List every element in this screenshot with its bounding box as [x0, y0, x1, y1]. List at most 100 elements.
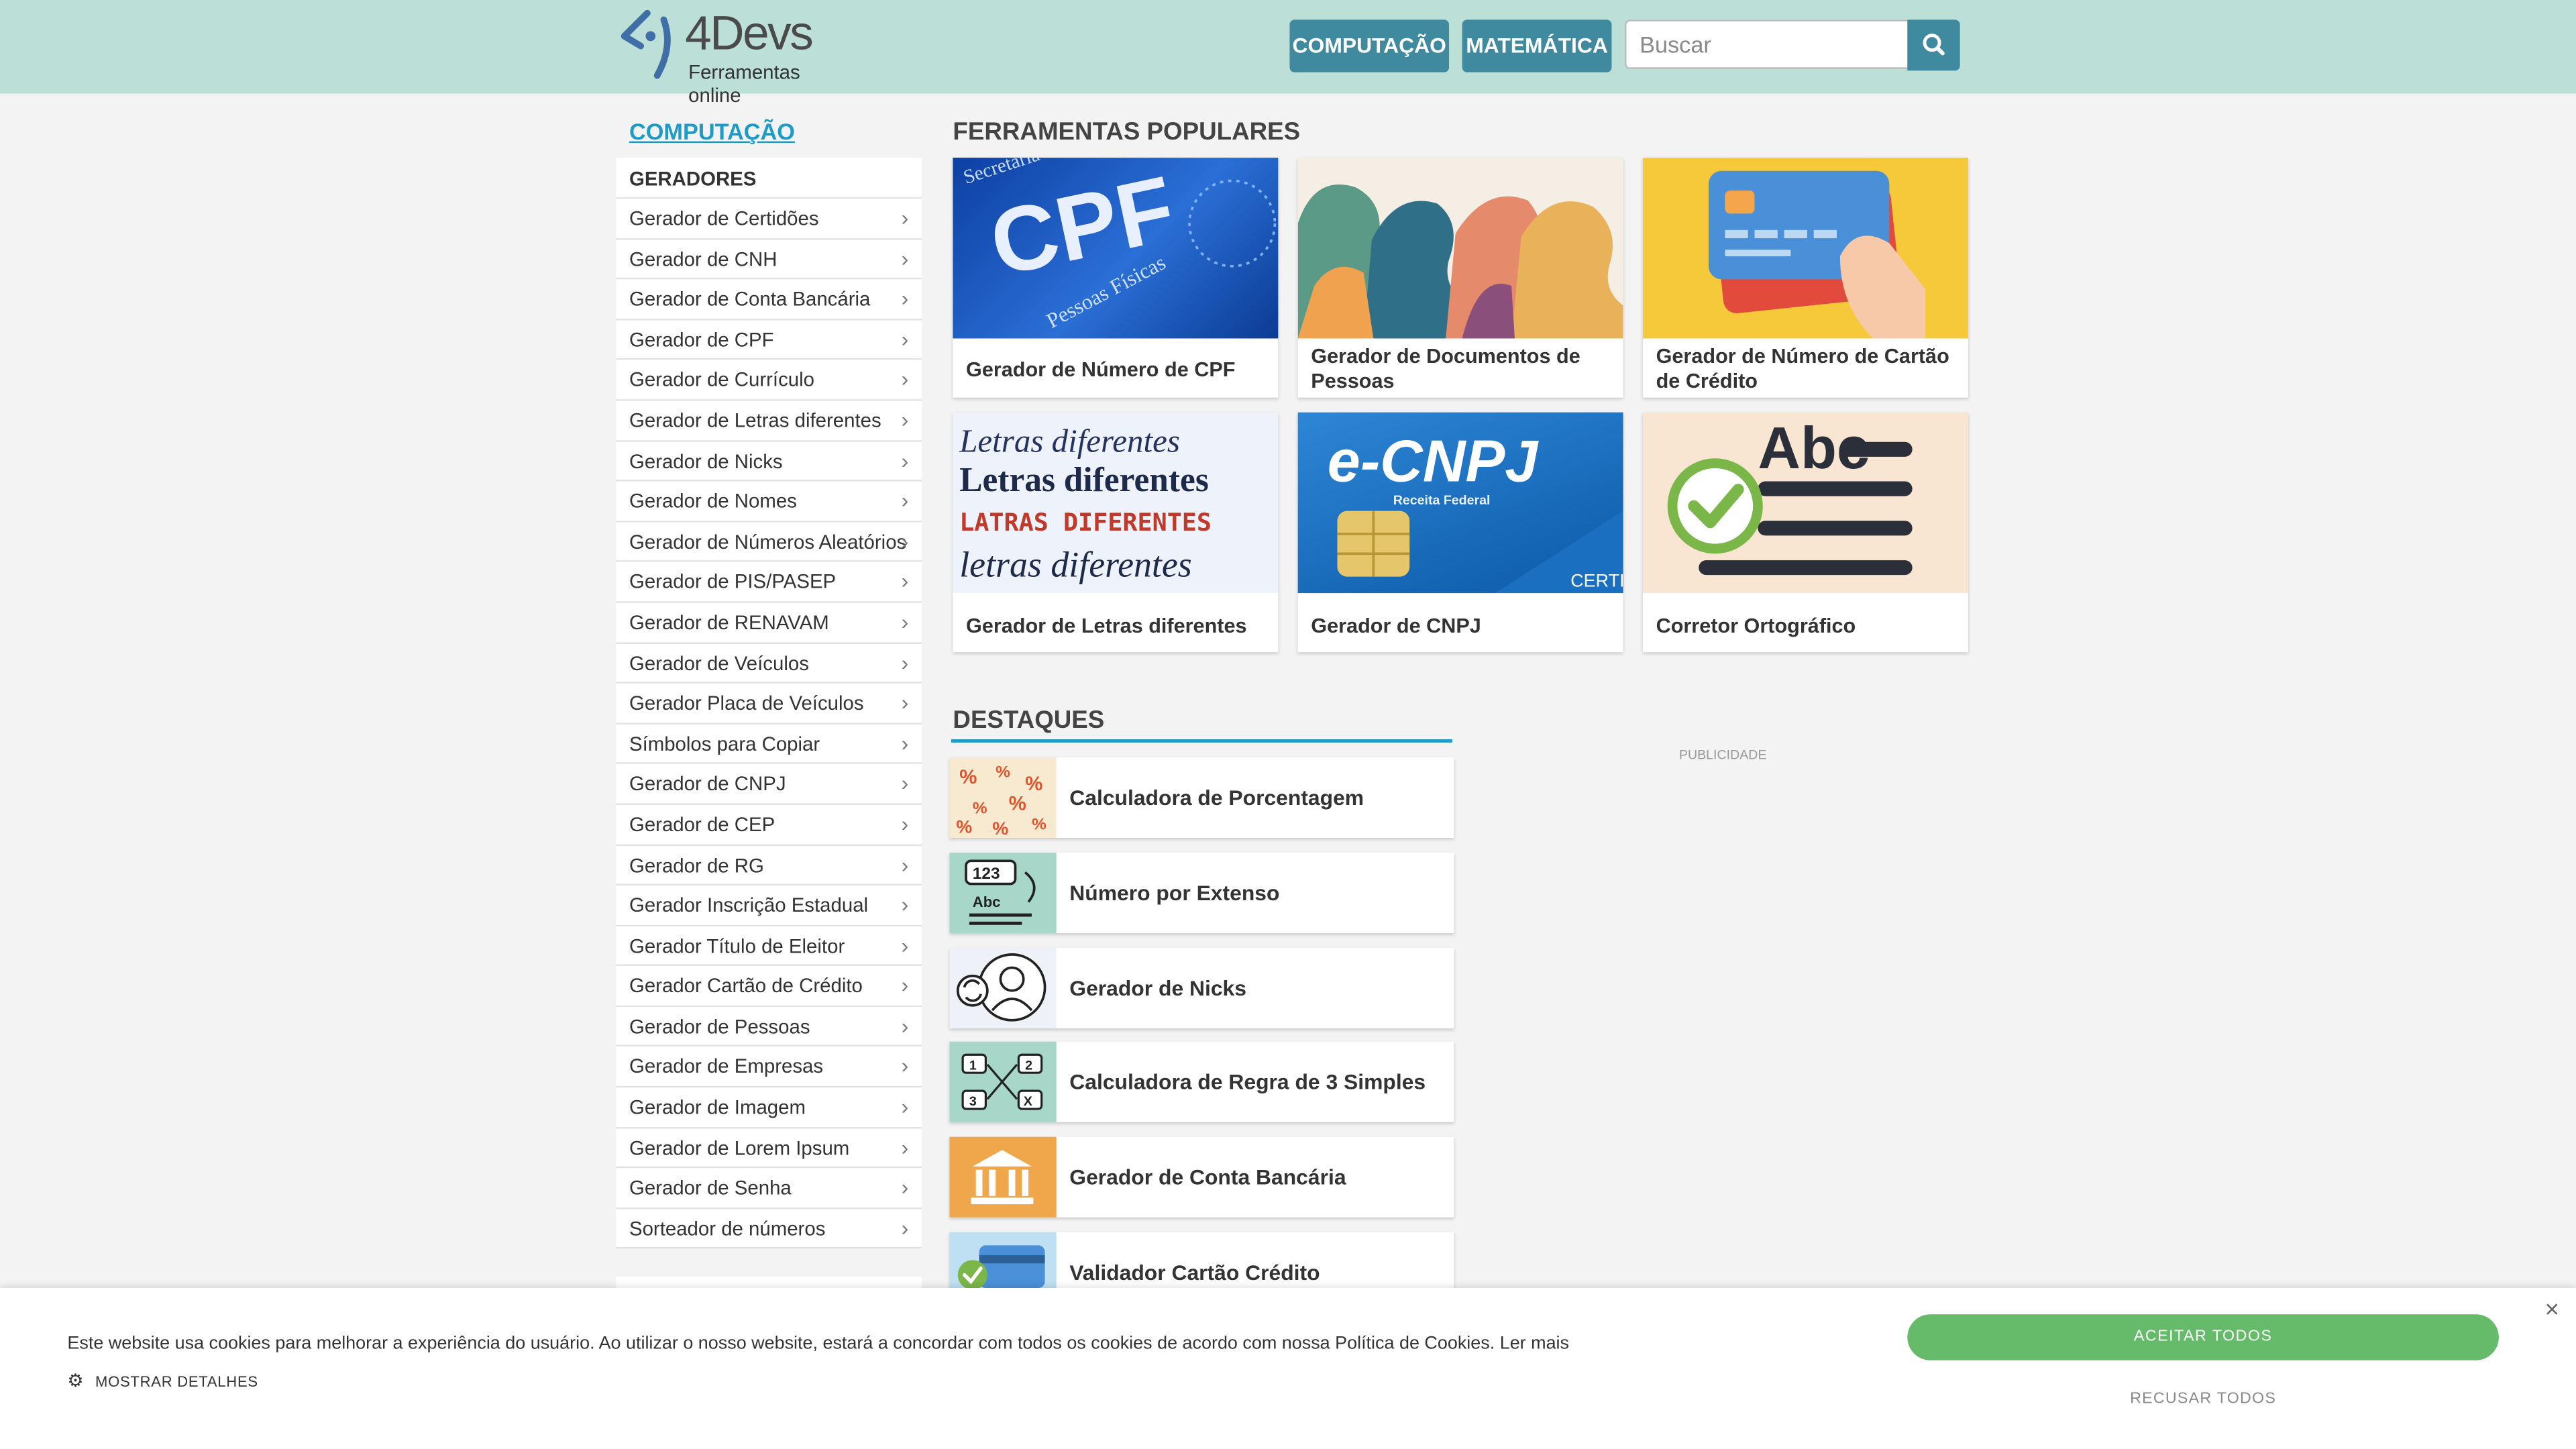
sidebar-item-label: Gerador Título de Eleitor: [629, 934, 845, 958]
sidebar-item[interactable]: Gerador de Certidões ›: [616, 199, 922, 239]
highlights-underline: [951, 739, 1452, 743]
highlight-item[interactable]: 123 Abc Número por Extenso: [949, 853, 1454, 934]
svg-text:Letras diferentes: Letras diferentes: [959, 422, 1180, 459]
chevron-right-icon: ›: [901, 1134, 909, 1160]
sidebar-menu: GERADORES Gerador de Certidões › Gerador …: [616, 158, 922, 1250]
sidebar-item-label: Gerador de Currículo: [629, 368, 815, 392]
top-header: 4Devs Ferramentas online COMPUTAÇÃO MATE…: [0, 0, 2576, 107]
sidebar-item[interactable]: Sorteador de números ›: [616, 1209, 922, 1250]
svg-text:1: 1: [969, 1058, 977, 1073]
sidebar-item[interactable]: Gerador de Imagem ›: [616, 1087, 922, 1128]
sidebar-item[interactable]: Gerador de Empresas ›: [616, 1047, 922, 1088]
sidebar-item[interactable]: Gerador de Lorem Ipsum ›: [616, 1128, 922, 1169]
svg-text:CERTIF: CERTIF: [1570, 570, 1623, 590]
svg-text:3: 3: [969, 1094, 977, 1109]
sidebar-item[interactable]: Gerador de PIS/PASEP ›: [616, 562, 922, 603]
nav-computacao-button[interactable]: COMPUTAÇÃO: [1289, 19, 1450, 72]
highlight-item[interactable]: Gerador de Conta Bancária: [949, 1136, 1454, 1218]
logo-wordmark: 4Devs: [685, 8, 814, 61]
sidebar-item[interactable]: Gerador de Conta Bancária ›: [616, 279, 922, 321]
sidebar-item-label: Gerador de RG: [629, 853, 764, 877]
chevron-right-icon: ›: [901, 771, 909, 796]
sidebar-item-label: Gerador de RENAVAM: [629, 610, 829, 635]
search-input[interactable]: [1625, 19, 1908, 69]
credit-card-image: [1643, 158, 1968, 339]
refuse-all-button[interactable]: RECUSAR TODOS: [1907, 1390, 2499, 1408]
card-title: Gerador de Número de Cartão de Crédito: [1656, 345, 1949, 393]
sidebar-item[interactable]: Gerador de Veículos ›: [616, 643, 922, 684]
ecnpj-card-image: e-CNPJ Receita Federal CERTIF: [1297, 412, 1623, 594]
sidebar-item[interactable]: Gerador de RG ›: [616, 845, 922, 886]
chevron-right-icon: ›: [901, 1053, 909, 1079]
sidebar-item[interactable]: Gerador de CNPJ ›: [616, 764, 922, 805]
svg-text:%: %: [992, 818, 1008, 838]
sidebar-item[interactable]: Gerador de Números Aleatórios ›: [616, 522, 922, 563]
chevron-right-icon: ›: [901, 488, 909, 513]
sidebar-item[interactable]: Símbolos para Copiar ›: [616, 724, 922, 765]
svg-text:%: %: [1025, 773, 1042, 795]
people-card-image: [1297, 158, 1623, 339]
sidebar-item[interactable]: Gerador de Letras diferentes ›: [616, 400, 922, 441]
chevron-right-icon: ›: [901, 1013, 909, 1038]
sidebar-item[interactable]: Gerador Cartão de Crédito ›: [616, 966, 922, 1007]
percentage-icon: % % % % % % % %: [949, 757, 1057, 838]
show-details-toggle[interactable]: ⚙ MOSTRAR DETALHES: [67, 1370, 258, 1391]
svg-text:%: %: [973, 799, 987, 817]
sidebar-item-label: Gerador de CNPJ: [629, 772, 786, 796]
sidebar-item-label: Gerador de Números Aleatórios: [629, 530, 907, 553]
popular-card-cpf[interactable]: Secretaria da Receita CPF Pessoas Física…: [953, 158, 1279, 398]
card-title: Gerador de Letras diferentes: [966, 614, 1247, 638]
popular-card-pessoas[interactable]: Gerador de Documentos de Pessoas: [1297, 158, 1623, 398]
highlight-item[interactable]: 1 2 3 X Calculadora de Regra de 3 Simple…: [949, 1041, 1454, 1122]
logo-tagline: Ferramentas online: [688, 60, 800, 107]
sidebar-item-label: Gerador de Conta Bancária: [629, 288, 871, 311]
highlight-item[interactable]: % % % % % % % % Calculadora de Porcentag…: [949, 757, 1454, 838]
accept-all-button[interactable]: ACEITAR TODOS: [1907, 1314, 2499, 1360]
highlight-label: Gerador de Nicks: [1069, 975, 1246, 1001]
sidebar-item[interactable]: Gerador Placa de Veículos ›: [616, 684, 922, 724]
chevron-right-icon: ›: [901, 690, 909, 715]
highlight-item[interactable]: Gerador de Nicks: [949, 948, 1454, 1029]
sidebar-item[interactable]: Gerador de RENAVAM ›: [616, 602, 922, 643]
close-icon[interactable]: ×: [2545, 1296, 2559, 1324]
cookie-banner: Este website usa cookies para melhorar a…: [0, 1288, 2576, 1449]
gear-icon: ⚙: [67, 1371, 85, 1392]
popular-tools-title: FERRAMENTAS POPULARES: [953, 118, 1301, 146]
chevron-right-icon: ›: [901, 246, 909, 271]
sidebar-item[interactable]: Gerador de Nicks ›: [616, 441, 922, 482]
sidebar-item-label: Gerador de PIS/PASEP: [629, 570, 837, 594]
svg-text:letras diferentes: letras diferentes: [959, 545, 1192, 585]
chevron-right-icon: ›: [901, 569, 909, 594]
sidebar-category-link[interactable]: COMPUTAÇÃO: [629, 118, 795, 144]
svg-text:Letras diferentes: Letras diferentes: [959, 461, 1209, 499]
search-button[interactable]: [1907, 19, 1960, 71]
sidebar-item-label: Gerador de CPF: [629, 328, 774, 352]
sidebar-item[interactable]: Gerador de CPF ›: [616, 320, 922, 361]
sidebar-item[interactable]: Gerador de CEP ›: [616, 804, 922, 846]
chevron-right-icon: ›: [901, 528, 909, 553]
sidebar-item[interactable]: Gerador Título de Eleitor ›: [616, 926, 922, 967]
sidebar-item-label: Gerador de Lorem Ipsum: [629, 1136, 850, 1160]
card-title: Corretor Ortográfico: [1656, 614, 1856, 638]
sidebar-item[interactable]: Gerador Inscrição Estadual ›: [616, 885, 922, 926]
logo-mark-icon: [621, 9, 671, 79]
svg-text:Receita Federal: Receita Federal: [1393, 493, 1491, 508]
popular-card-cnpj[interactable]: e-CNPJ Receita Federal CERTIF Gerador de…: [1297, 412, 1623, 653]
sidebar-item[interactable]: Gerador de Pessoas ›: [616, 1006, 922, 1048]
svg-text:%: %: [956, 817, 972, 837]
sidebar-item[interactable]: Gerador de Senha ›: [616, 1168, 922, 1210]
site-logo[interactable]: 4Devs Ferramentas online: [614, 8, 845, 107]
popular-card-corretor[interactable]: Abc Corretor Ortográfico: [1643, 412, 1968, 653]
sidebar-heading: GERADORES: [616, 158, 922, 199]
highlight-label: Número por Extenso: [1069, 880, 1280, 906]
popular-card-cartao[interactable]: Gerador de Número de Cartão de Crédito: [1643, 158, 1968, 398]
fancy-letters-image: Letras diferentes Letras diferentes LATR…: [953, 412, 1279, 594]
popular-card-letras[interactable]: Letras diferentes Letras diferentes LATR…: [953, 412, 1279, 653]
sidebar-item-label: Símbolos para Copiar: [629, 732, 820, 755]
sidebar-item[interactable]: Gerador de Nomes ›: [616, 481, 922, 523]
chevron-right-icon: ›: [901, 851, 909, 877]
sidebar-item-label: Gerador de Imagem: [629, 1095, 806, 1119]
nav-matematica-button[interactable]: MATEMÁTICA: [1462, 19, 1612, 72]
sidebar-item[interactable]: Gerador de CNH ›: [616, 239, 922, 280]
sidebar-item[interactable]: Gerador de Currículo ›: [616, 360, 922, 401]
